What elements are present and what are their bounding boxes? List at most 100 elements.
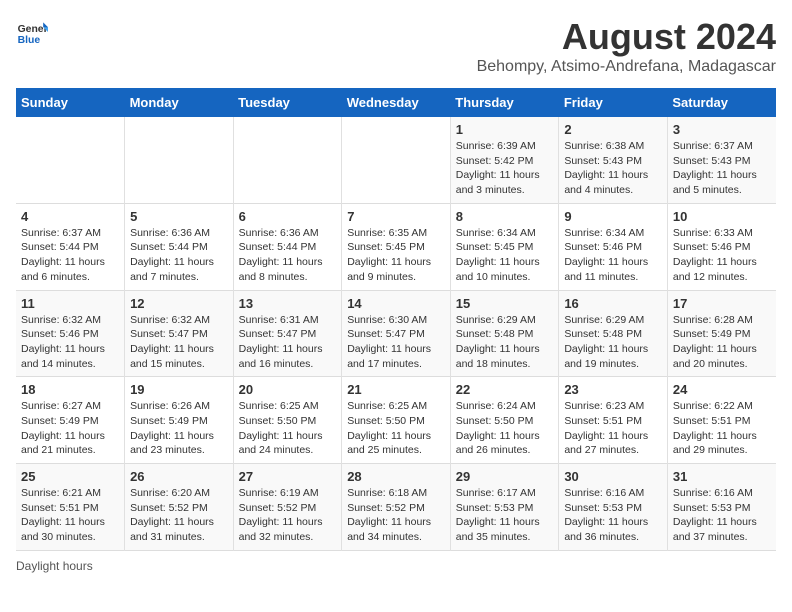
day-info: Sunrise: 6:36 AM Sunset: 5:44 PM Dayligh… [130, 226, 228, 285]
day-info: Sunrise: 6:17 AM Sunset: 5:53 PM Dayligh… [456, 486, 554, 545]
weekday-header-sunday: Sunday [16, 88, 125, 117]
day-info: Sunrise: 6:35 AM Sunset: 5:45 PM Dayligh… [347, 226, 445, 285]
day-number: 12 [130, 296, 228, 311]
day-info: Sunrise: 6:23 AM Sunset: 5:51 PM Dayligh… [564, 399, 662, 458]
weekday-header-tuesday: Tuesday [233, 88, 342, 117]
day-number: 6 [239, 209, 337, 224]
day-info: Sunrise: 6:37 AM Sunset: 5:43 PM Dayligh… [673, 139, 771, 198]
day-info: Sunrise: 6:20 AM Sunset: 5:52 PM Dayligh… [130, 486, 228, 545]
day-number: 14 [347, 296, 445, 311]
day-info: Sunrise: 6:21 AM Sunset: 5:51 PM Dayligh… [21, 486, 119, 545]
calendar-cell: 11Sunrise: 6:32 AM Sunset: 5:46 PM Dayli… [16, 290, 125, 377]
calendar-cell: 5 Sunrise: 6:36 AM Sunset: 5:44 PM Daylig… [125, 203, 234, 290]
calendar-week-1: 1Sunrise: 6:39 AM Sunset: 5:42 PM Daylig… [16, 117, 776, 203]
day-info: Sunrise: 6:25 AM Sunset: 5:50 PM Dayligh… [239, 399, 337, 458]
logo-icon: General Blue [16, 16, 48, 48]
day-number: 18 [21, 382, 119, 397]
page-title: August 2024 [477, 16, 776, 58]
calendar-week-2: 4 Sunrise: 6:37 AM Sunset: 5:44 PM Daylig… [16, 203, 776, 290]
weekday-header-thursday: Thursday [450, 88, 559, 117]
calendar-table: SundayMondayTuesdayWednesdayThursdayFrid… [16, 88, 776, 551]
day-number: 11 [21, 296, 119, 311]
day-number: 28 [347, 469, 445, 484]
day-number: 20 [239, 382, 337, 397]
day-info: Sunrise: 6:25 AM Sunset: 5:50 PM Dayligh… [347, 399, 445, 458]
day-info: Sunrise: 6:37 AM Sunset: 5:44 PM Dayligh… [21, 226, 119, 285]
logo: General Blue [16, 16, 48, 48]
day-number: 13 [239, 296, 337, 311]
weekday-header-friday: Friday [559, 88, 668, 117]
day-number: 9 [564, 209, 662, 224]
calendar-cell: 4 Sunrise: 6:37 AM Sunset: 5:44 PM Daylig… [16, 203, 125, 290]
calendar-cell [16, 117, 125, 203]
calendar-cell: 6 Sunrise: 6:36 AM Sunset: 5:44 PM Daylig… [233, 203, 342, 290]
day-info: Sunrise: 6:32 AM Sunset: 5:47 PM Dayligh… [130, 313, 228, 372]
day-number: 31 [673, 469, 771, 484]
day-number: 2 [564, 122, 662, 137]
calendar-week-4: 18 Sunrise: 6:27 AM Sunset: 5:49 PM Dayli… [16, 377, 776, 464]
calendar-cell: 31 Sunrise: 6:16 AM Sunset: 5:53 PM Dayli… [667, 464, 776, 551]
day-number: 1 [456, 122, 554, 137]
calendar-cell: 27 Sunrise: 6:19 AM Sunset: 5:52 PM Dayli… [233, 464, 342, 551]
day-info: Sunrise: 6:34 AM Sunset: 5:45 PM Dayligh… [456, 226, 554, 285]
day-info: Sunrise: 6:29 AM Sunset: 5:48 PM Dayligh… [456, 313, 554, 372]
day-number: 7 [347, 209, 445, 224]
day-number: 17 [673, 296, 771, 311]
day-info: Sunrise: 6:19 AM Sunset: 5:52 PM Dayligh… [239, 486, 337, 545]
weekday-header-row: SundayMondayTuesdayWednesdayThursdayFrid… [16, 88, 776, 117]
calendar-cell: 2 Sunrise: 6:38 AM Sunset: 5:43 PM Daylig… [559, 117, 668, 203]
day-number: 21 [347, 382, 445, 397]
day-number: 30 [564, 469, 662, 484]
calendar-cell: 9 Sunrise: 6:34 AM Sunset: 5:46 PM Daylig… [559, 203, 668, 290]
day-info: Sunrise: 6:16 AM Sunset: 5:53 PM Dayligh… [564, 486, 662, 545]
day-number: 5 [130, 209, 228, 224]
calendar-cell: 8 Sunrise: 6:34 AM Sunset: 5:45 PM Daylig… [450, 203, 559, 290]
calendar-cell: 19Sunrise: 6:26 AM Sunset: 5:49 PM Dayli… [125, 377, 234, 464]
page-subtitle: Behompy, Atsimo-Andrefana, Madagascar [477, 58, 776, 76]
calendar-cell: 24 Sunrise: 6:22 AM Sunset: 5:51 PM Dayli… [667, 377, 776, 464]
calendar-week-3: 11Sunrise: 6:32 AM Sunset: 5:46 PM Dayli… [16, 290, 776, 377]
calendar-cell: 7 Sunrise: 6:35 AM Sunset: 5:45 PM Daylig… [342, 203, 451, 290]
day-number: 8 [456, 209, 554, 224]
day-info: Sunrise: 6:36 AM Sunset: 5:44 PM Dayligh… [239, 226, 337, 285]
calendar-cell: 23Sunrise: 6:23 AM Sunset: 5:51 PM Dayli… [559, 377, 668, 464]
day-info: Sunrise: 6:24 AM Sunset: 5:50 PM Dayligh… [456, 399, 554, 458]
calendar-cell: 28 Sunrise: 6:18 AM Sunset: 5:52 PM Dayli… [342, 464, 451, 551]
day-number: 24 [673, 382, 771, 397]
calendar-cell [342, 117, 451, 203]
day-number: 16 [564, 296, 662, 311]
calendar-cell: 29 Sunrise: 6:17 AM Sunset: 5:53 PM Dayli… [450, 464, 559, 551]
day-number: 25 [21, 469, 119, 484]
day-info: Sunrise: 6:30 AM Sunset: 5:47 PM Dayligh… [347, 313, 445, 372]
day-number: 10 [673, 209, 771, 224]
day-number: 27 [239, 469, 337, 484]
calendar-cell: 12 Sunrise: 6:32 AM Sunset: 5:47 PM Dayli… [125, 290, 234, 377]
day-number: 29 [456, 469, 554, 484]
day-info: Sunrise: 6:29 AM Sunset: 5:48 PM Dayligh… [564, 313, 662, 372]
day-info: Sunrise: 6:22 AM Sunset: 5:51 PM Dayligh… [673, 399, 771, 458]
day-info: Sunrise: 6:28 AM Sunset: 5:49 PM Dayligh… [673, 313, 771, 372]
weekday-header-wednesday: Wednesday [342, 88, 451, 117]
calendar-cell: 25 Sunrise: 6:21 AM Sunset: 5:51 PM Dayli… [16, 464, 125, 551]
calendar-cell: 22Sunrise: 6:24 AM Sunset: 5:50 PM Dayli… [450, 377, 559, 464]
calendar-cell: 21 Sunrise: 6:25 AM Sunset: 5:50 PM Dayli… [342, 377, 451, 464]
day-info: Sunrise: 6:18 AM Sunset: 5:52 PM Dayligh… [347, 486, 445, 545]
calendar-cell: 3Sunrise: 6:37 AM Sunset: 5:43 PM Daylig… [667, 117, 776, 203]
calendar-cell: 30 Sunrise: 6:16 AM Sunset: 5:53 PM Dayli… [559, 464, 668, 551]
day-info: Sunrise: 6:27 AM Sunset: 5:49 PM Dayligh… [21, 399, 119, 458]
weekday-header-saturday: Saturday [667, 88, 776, 117]
calendar-cell: 18 Sunrise: 6:27 AM Sunset: 5:49 PM Dayli… [16, 377, 125, 464]
calendar-cell: 14 Sunrise: 6:30 AM Sunset: 5:47 PM Dayli… [342, 290, 451, 377]
calendar-cell [125, 117, 234, 203]
day-info: Sunrise: 6:16 AM Sunset: 5:53 PM Dayligh… [673, 486, 771, 545]
svg-text:Blue: Blue [18, 35, 41, 46]
day-info: Sunrise: 6:34 AM Sunset: 5:46 PM Dayligh… [564, 226, 662, 285]
calendar-cell: 26Sunrise: 6:20 AM Sunset: 5:52 PM Dayli… [125, 464, 234, 551]
day-number: 15 [456, 296, 554, 311]
day-info: Sunrise: 6:38 AM Sunset: 5:43 PM Dayligh… [564, 139, 662, 198]
calendar-cell: 15 Sunrise: 6:29 AM Sunset: 5:48 PM Dayli… [450, 290, 559, 377]
calendar-cell: 1Sunrise: 6:39 AM Sunset: 5:42 PM Daylig… [450, 117, 559, 203]
footer-note: Daylight hours [16, 559, 776, 573]
day-number: 4 [21, 209, 119, 224]
header: General Blue August 2024 Behompy, Atsimo… [16, 16, 776, 76]
